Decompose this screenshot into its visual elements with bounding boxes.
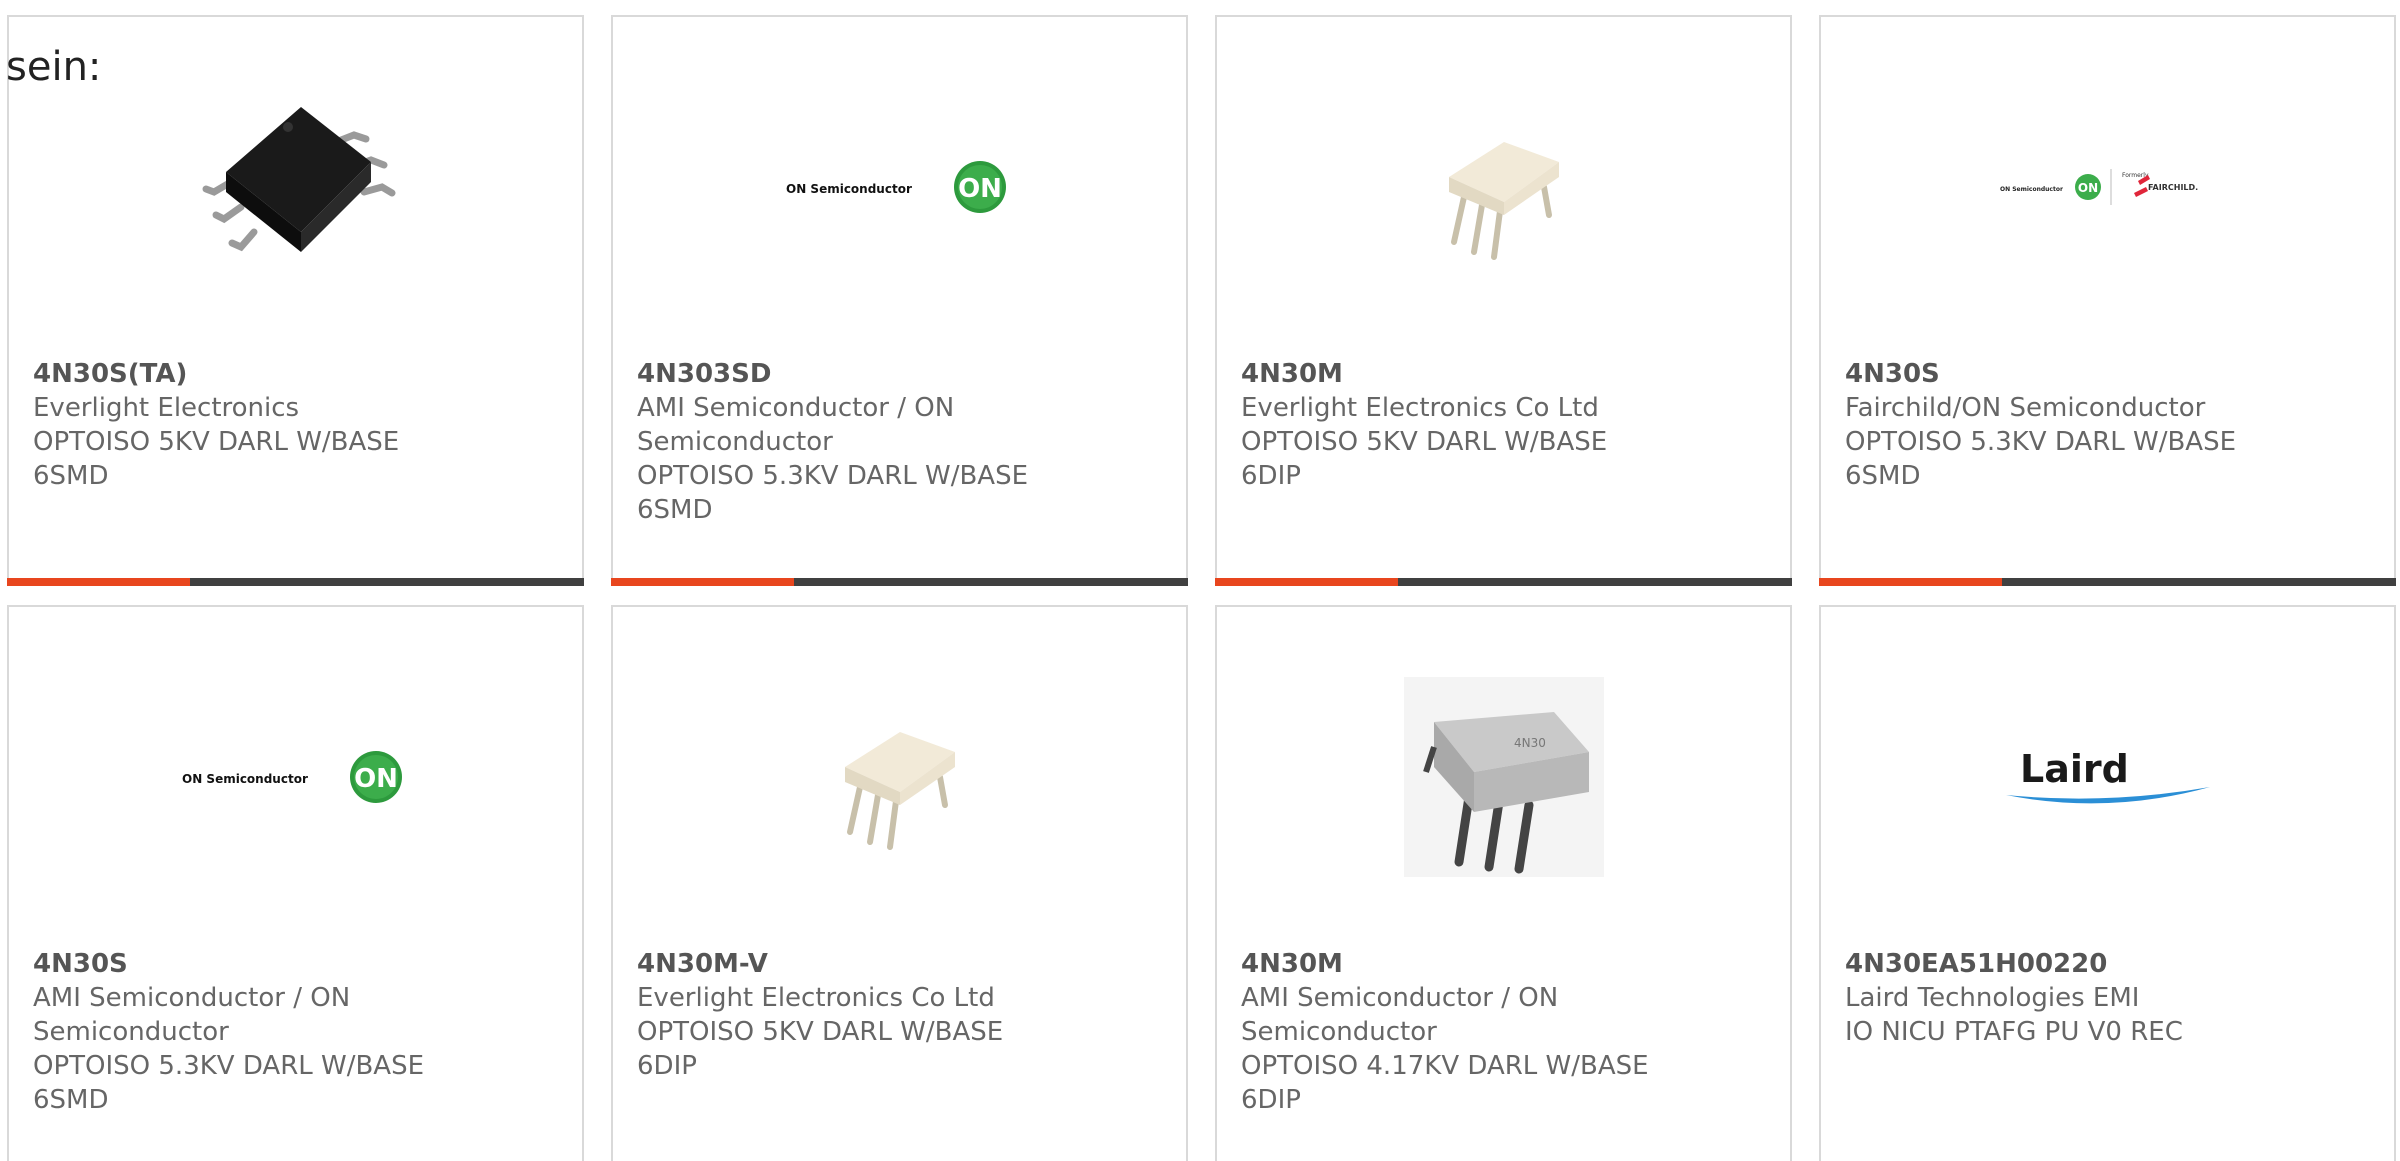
intro-text: sein:: [6, 44, 102, 90]
package-type: 6DIP: [1241, 461, 1301, 491]
product-card[interactable]: Laird 4N30EA51H00220 Laird Technologies …: [1819, 605, 2396, 1161]
description-line: OPTOISO 5KV DARL W/BASE: [33, 427, 400, 457]
card-bottom-bar: [1215, 578, 1792, 586]
logo-wordmark: Laird: [2020, 747, 2129, 791]
part-number-link[interactable]: 4N30S(TA): [33, 357, 453, 391]
description-line: OPTOISO 4.17KV DARL W/BASE: [1241, 1051, 1649, 1081]
description-line: OPTOISO 5.3KV DARL W/BASE: [637, 461, 1029, 491]
logo-wordmark: ON Semiconductor: [2000, 186, 2063, 193]
on-semiconductor-logo: ON Semiconductor ON: [786, 161, 1006, 213]
card-bottom-bar: [1819, 578, 2396, 586]
manufacturer-name: Everlight Electronics Co Ltd: [1241, 393, 1599, 423]
product-card[interactable]: ON Semiconductor ON 4N30S AMI Semiconduc…: [7, 605, 584, 1161]
manufacturer-name: AMI Semiconductor / ON Semiconductor: [1241, 983, 1559, 1047]
product-info: 4N30S AMI Semiconductor / ON Semiconduct…: [33, 947, 453, 1117]
part-number-link[interactable]: 4N30M: [1241, 947, 1661, 981]
package-type: 6DIP: [1241, 1085, 1301, 1115]
part-number-link[interactable]: 4N30M: [1241, 357, 1661, 391]
product-info: 4N303SD AMI Semiconductor / ON Semicondu…: [637, 357, 1057, 527]
product-card[interactable]: ON Semiconductor ON Formerly FAIRCHILD. …: [1819, 15, 2396, 586]
logo-wordmark: ON Semiconductor: [182, 772, 308, 786]
product-image[interactable]: 4N30: [1217, 667, 1790, 887]
product-info: 4N30M-V Everlight Electronics Co Ltd OPT…: [637, 947, 1057, 1083]
product-grid-page: sein: 4N30S(TA) Everlight Electronics OP…: [0, 0, 2400, 1161]
product-card[interactable]: 4N30M-V Everlight Electronics Co Ltd OPT…: [611, 605, 1188, 1161]
package-type: 6SMD: [1845, 461, 1921, 491]
product-info: 4N30EA51H00220 Laird Technologies EMI IO…: [1845, 947, 2265, 1049]
part-number-link[interactable]: 4N30EA51H00220: [1845, 947, 2265, 981]
package-type: 6SMD: [33, 461, 109, 491]
product-image[interactable]: [9, 77, 582, 297]
card-accent-bar: [1819, 578, 2002, 586]
package-type: 6SMD: [33, 1085, 109, 1115]
manufacturer-name: Laird Technologies EMI: [1845, 983, 2140, 1013]
product-image[interactable]: Laird: [1821, 667, 2394, 887]
manufacturer-name: AMI Semiconductor / ON Semiconductor: [33, 983, 351, 1047]
chip-marking-text: 4N30: [1514, 736, 1546, 750]
product-card[interactable]: 4N30 4N30M AMI Semiconductor / ON Semico…: [1215, 605, 1792, 1161]
product-image[interactable]: ON Semiconductor ON: [613, 77, 1186, 297]
description-line: OPTOISO 5KV DARL W/BASE: [1241, 427, 1608, 457]
smd-chip-black-icon: [195, 87, 396, 287]
product-card[interactable]: 4N30S(TA) Everlight Electronics OPTOISO …: [7, 15, 584, 586]
product-image[interactable]: [1217, 77, 1790, 297]
manufacturer-name: Everlight Electronics Co Ltd: [637, 983, 995, 1013]
product-info: 4N30S(TA) Everlight Electronics OPTOISO …: [33, 357, 453, 493]
logo-badge-text: ON: [354, 764, 398, 794]
dip-chip-white-icon: [1448, 142, 1559, 260]
card-accent-bar: [7, 578, 190, 586]
card-bottom-bar: [611, 578, 1188, 586]
logo-fairchild-text: FAIRCHILD.: [2148, 183, 2198, 192]
package-type: 6SMD: [637, 495, 713, 525]
laird-logo: Laird: [2005, 747, 2210, 804]
on-fairchild-logo: ON Semiconductor ON Formerly FAIRCHILD.: [2000, 169, 2198, 205]
product-info: 4N30M Everlight Electronics Co Ltd OPTOI…: [1241, 357, 1661, 493]
product-image[interactable]: ON Semiconductor ON Formerly FAIRCHILD.: [1821, 77, 2394, 297]
product-card[interactable]: ON Semiconductor ON 4N303SD AMI Semicond…: [611, 15, 1188, 586]
part-number-link[interactable]: 4N30S: [33, 947, 453, 981]
product-image[interactable]: ON Semiconductor ON: [9, 667, 582, 887]
dip-chip-grey-icon: 4N30: [1403, 677, 1604, 877]
manufacturer-name: AMI Semiconductor / ON Semiconductor: [637, 393, 955, 457]
logo-badge-text: ON: [2077, 181, 2097, 195]
product-image[interactable]: [613, 667, 1186, 887]
manufacturer-name: Fairchild/ON Semiconductor: [1845, 393, 2206, 423]
product-info: 4N30S Fairchild/ON Semiconductor OPTOISO…: [1845, 357, 2265, 493]
description-line: OPTOISO 5.3KV DARL W/BASE: [1845, 427, 2237, 457]
package-type: 6DIP: [637, 1051, 697, 1081]
card-accent-bar: [611, 578, 794, 586]
description-line: OPTOISO 5.3KV DARL W/BASE: [33, 1051, 425, 1081]
card-bottom-bar: [7, 578, 584, 586]
part-number-link[interactable]: 4N303SD: [637, 357, 1057, 391]
logo-badge-text: ON: [958, 174, 1002, 204]
description-line: IO NICU PTAFG PU V0 REC: [1845, 1017, 2183, 1047]
part-number-link[interactable]: 4N30M-V: [637, 947, 1057, 981]
card-accent-bar: [1215, 578, 1398, 586]
dip-chip-white-icon: [844, 732, 955, 850]
product-card[interactable]: 4N30M Everlight Electronics Co Ltd OPTOI…: [1215, 15, 1792, 586]
on-semiconductor-logo: ON Semiconductor ON: [182, 751, 402, 803]
logo-wordmark: ON Semiconductor: [786, 182, 912, 196]
product-info: 4N30M AMI Semiconductor / ON Semiconduct…: [1241, 947, 1661, 1117]
description-line: OPTOISO 5KV DARL W/BASE: [637, 1017, 1004, 1047]
part-number-link[interactable]: 4N30S: [1845, 357, 2265, 391]
manufacturer-name: Everlight Electronics: [33, 393, 300, 423]
